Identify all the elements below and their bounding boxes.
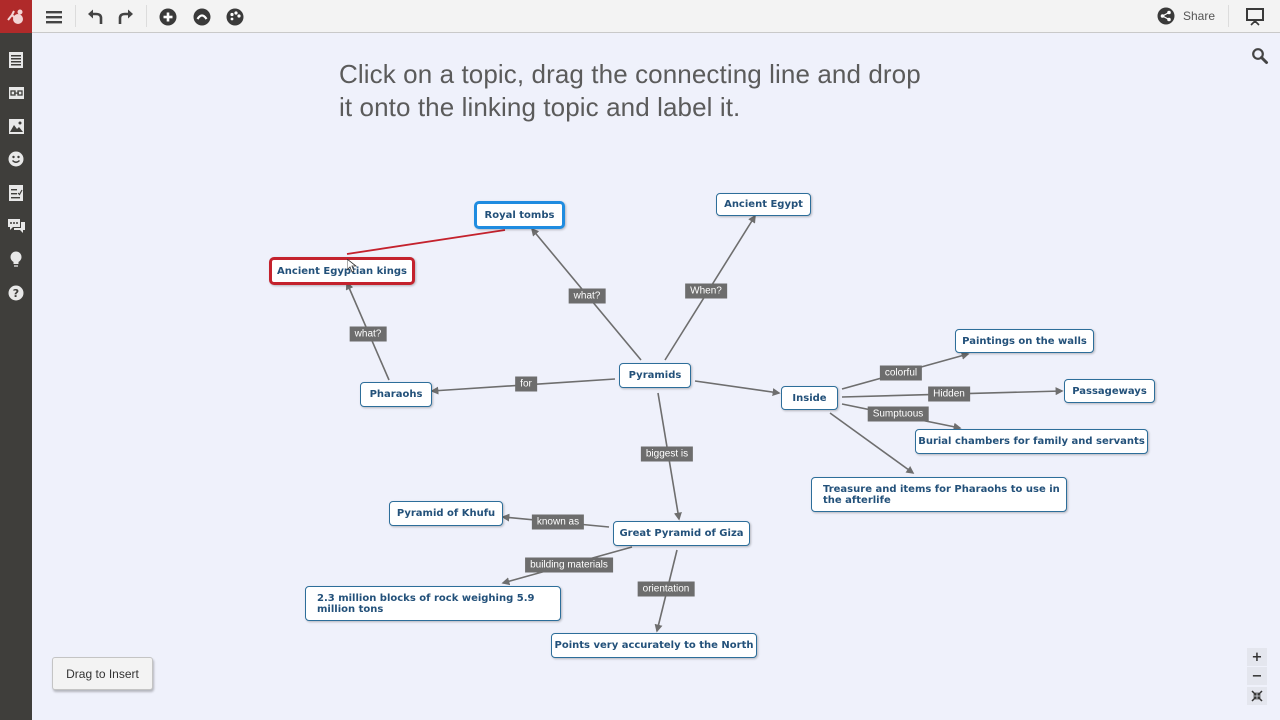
topic-pyramids[interactable]: Pyramids — [619, 363, 691, 388]
link-label[interactable]: what? — [349, 326, 387, 342]
topic-burial-chambers[interactable]: Burial chambers for family and servants — [915, 429, 1148, 454]
topic-pharaohs[interactable]: Pharaohs — [360, 382, 432, 407]
topic-treasure[interactable]: Treasure and items for Pharaohs to use i… — [811, 477, 1067, 512]
topic-ancient-egypt[interactable]: Ancient Egypt — [716, 193, 811, 216]
link-label[interactable]: Hidden — [928, 386, 970, 402]
topic-points-north[interactable]: Points very accurately to the North — [551, 633, 757, 658]
logo-icon[interactable] — [0, 0, 32, 33]
instruction-line-1: Click on a topic, drag the connecting li… — [339, 59, 921, 89]
comments-icon — [7, 218, 25, 233]
topic-inside[interactable]: Inside — [781, 386, 838, 410]
redo-icon[interactable] — [113, 5, 137, 29]
link-label[interactable]: orientation — [637, 581, 695, 597]
link-label[interactable]: known as — [531, 514, 585, 530]
link-icon — [8, 87, 24, 99]
link-label[interactable]: When? — [685, 283, 727, 299]
link-label[interactable]: Sumptuous — [867, 406, 929, 422]
topic-paintings-on-walls[interactable]: Paintings on the walls — [955, 329, 1094, 353]
topic-pyramid-of-khufu[interactable]: Pyramid of Khufu — [389, 501, 503, 526]
drag-link-line[interactable] — [346, 229, 506, 255]
tasks-icon — [9, 185, 23, 201]
toolbar-divider — [146, 5, 147, 27]
smiley-icon — [8, 151, 24, 167]
sidebar-item-images[interactable] — [6, 116, 26, 136]
instruction-text: Click on a topic, drag the connecting li… — [339, 58, 979, 124]
sidebar-item-links[interactable] — [6, 83, 26, 103]
help-icon: ? — [8, 285, 24, 301]
sidebar-item-comments[interactable] — [6, 216, 26, 236]
zoom-in-button[interactable]: + — [1247, 648, 1267, 666]
topic-rock-blocks[interactable]: 2.3 million blocks of rock weighing 5.9 … — [305, 586, 561, 621]
top-toolbar: Share — [0, 0, 1280, 33]
outline-icon — [9, 52, 23, 68]
left-sidebar: ? — [0, 33, 32, 720]
topic-ancient-egyptian-kings[interactable]: Ancient Egyptian kings — [269, 257, 415, 285]
link-inside-treasure[interactable] — [829, 412, 915, 474]
sidebar-item-ideas[interactable] — [6, 249, 26, 269]
share-label: Share — [1183, 9, 1216, 23]
toolbar-divider — [1228, 5, 1229, 27]
add-topic-icon[interactable] — [156, 5, 180, 29]
zoom-out-button[interactable]: − — [1247, 667, 1267, 685]
present-icon[interactable] — [1243, 5, 1267, 29]
drag-to-insert-button[interactable]: Drag to Insert — [52, 657, 153, 690]
theme-palette-icon[interactable] — [223, 5, 247, 29]
share-button[interactable]: Share — [1157, 7, 1215, 25]
topic-passageways[interactable]: Passageways — [1064, 379, 1155, 403]
topic-great-pyramid-of-giza[interactable]: Great Pyramid of Giza — [613, 521, 750, 546]
search-icon[interactable] — [1251, 47, 1271, 67]
sidebar-item-tasks[interactable] — [6, 183, 26, 203]
fit-screen-icon — [1251, 690, 1263, 702]
image-icon — [8, 118, 24, 134]
style-icon[interactable] — [190, 5, 214, 29]
link-label[interactable]: for — [515, 376, 537, 392]
instruction-line-2: it onto the linking topic and label it. — [339, 92, 741, 122]
fit-to-screen-button[interactable] — [1247, 687, 1267, 705]
sidebar-item-help[interactable]: ? — [6, 283, 26, 303]
link-label[interactable]: biggest is — [640, 446, 694, 462]
link-label[interactable]: building materials — [525, 557, 613, 573]
link-pyramids-inside[interactable] — [694, 380, 781, 397]
svg-text:?: ? — [13, 287, 19, 300]
link-label[interactable]: what? — [568, 288, 606, 304]
link-label[interactable]: colorful — [879, 365, 923, 381]
lightbulb-icon — [10, 251, 22, 267]
share-icon — [1157, 7, 1175, 25]
undo-icon[interactable] — [84, 5, 108, 29]
sidebar-item-stickers[interactable] — [6, 149, 26, 169]
mouse-cursor-icon — [347, 259, 357, 273]
sidebar-item-outline[interactable] — [6, 50, 26, 70]
menu-icon[interactable] — [42, 5, 66, 29]
toolbar-divider — [75, 5, 76, 27]
topic-royal-tombs[interactable]: Royal tombs — [474, 201, 565, 229]
